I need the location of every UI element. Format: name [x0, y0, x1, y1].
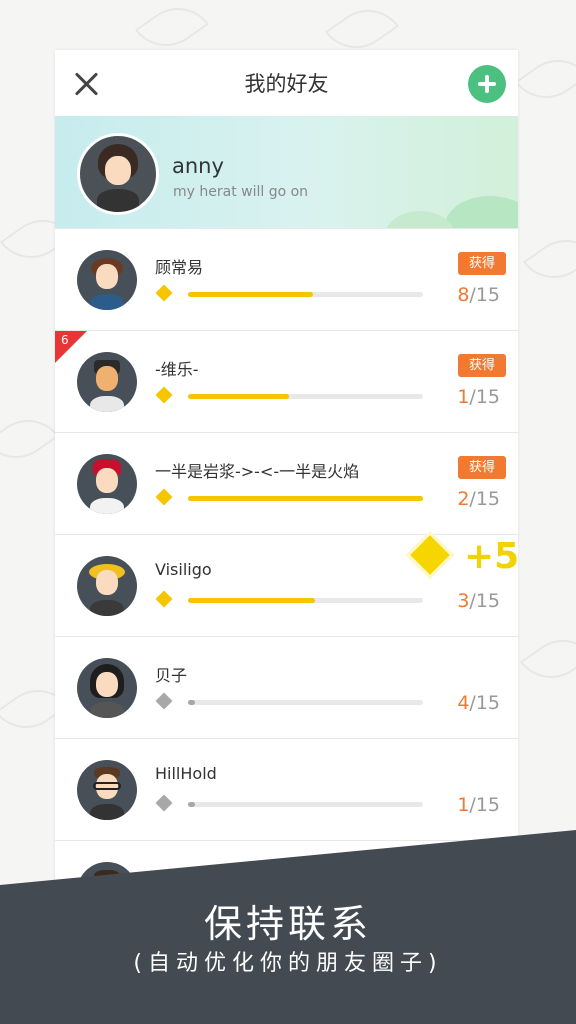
friend-name: HillHold [155, 764, 217, 783]
friend-name: 贝子 [155, 666, 188, 685]
diamond-icon [155, 488, 173, 506]
diamond-icon [155, 284, 173, 302]
promo-title: 保持联系 [203, 902, 372, 946]
progress-track [188, 496, 423, 501]
add-friend-button[interactable] [468, 65, 506, 103]
avatar [77, 352, 137, 412]
friends-card: 我的好友 anny my herat will go on 顾常易 获得 8/1… [55, 50, 518, 930]
friend-row[interactable]: 顾常易 获得 8/15 [55, 228, 518, 331]
friend-row[interactable]: 贝子 4/15 [55, 636, 518, 739]
leaf-decoration [514, 45, 576, 113]
leaf-decoration [522, 225, 576, 293]
profile-tagline: my herat will go on [173, 184, 309, 200]
diamond-icon [155, 794, 173, 812]
progress-fill [188, 700, 196, 705]
diamond-icon [155, 386, 173, 404]
progress-count: 2/15 [457, 488, 500, 510]
diamond-icon [155, 590, 173, 608]
avatar [77, 250, 137, 310]
avatar [77, 556, 137, 616]
progress-track [188, 292, 423, 297]
avatar [77, 760, 137, 820]
profile-banner: anny my herat will go on [55, 116, 518, 228]
friend-name: 顾常易 [155, 258, 204, 277]
progress-fill [188, 802, 196, 807]
progress-count: 3/15 [457, 590, 500, 612]
avatar [77, 454, 137, 514]
friend-name: Visiligo [155, 560, 212, 579]
reward-points: +5 [464, 536, 520, 577]
progress-track [188, 394, 423, 399]
cloud-decoration [445, 196, 518, 228]
progress-count: 1/15 [457, 794, 500, 816]
leaf-decoration [519, 625, 576, 693]
rank-number: 6 [61, 333, 69, 347]
friend-name: -维乐- [155, 360, 199, 379]
progress-fill [188, 598, 315, 603]
friend-row[interactable]: 一半是岩浆->-<-一半是火焰 获得 2/15 [55, 432, 518, 535]
diamond-icon [155, 692, 173, 710]
obtain-badge[interactable]: 获得 [458, 252, 506, 275]
friend-row[interactable]: HillHold 1/15 [55, 738, 518, 841]
cloud-decoration [385, 211, 455, 228]
progress-fill [188, 292, 313, 297]
header-bar: 我的好友 [55, 50, 518, 116]
profile-name: anny [172, 154, 224, 178]
progress-track [188, 802, 423, 807]
page-title: 我的好友 [244, 72, 329, 96]
obtain-badge[interactable]: 获得 [458, 354, 506, 377]
avatar [77, 658, 137, 718]
friend-row[interactable]: 6 -维乐- 获得 1/15 [55, 330, 518, 433]
leaf-decoration [0, 405, 60, 473]
progress-fill [188, 394, 290, 399]
progress-fill [188, 496, 423, 501]
progress-track [188, 700, 423, 705]
progress-count: 4/15 [457, 692, 500, 714]
obtain-badge[interactable]: 获得 [458, 456, 506, 479]
progress-count: 1/15 [457, 386, 500, 408]
rank-corner [55, 331, 87, 363]
progress-track [188, 598, 423, 603]
progress-count: 8/15 [457, 284, 500, 306]
friend-name: 一半是岩浆->-<-一半是火焰 [155, 462, 360, 481]
promo-subtitle: (自动优化你的朋友圈子) [133, 951, 443, 976]
avatar[interactable] [77, 133, 159, 215]
